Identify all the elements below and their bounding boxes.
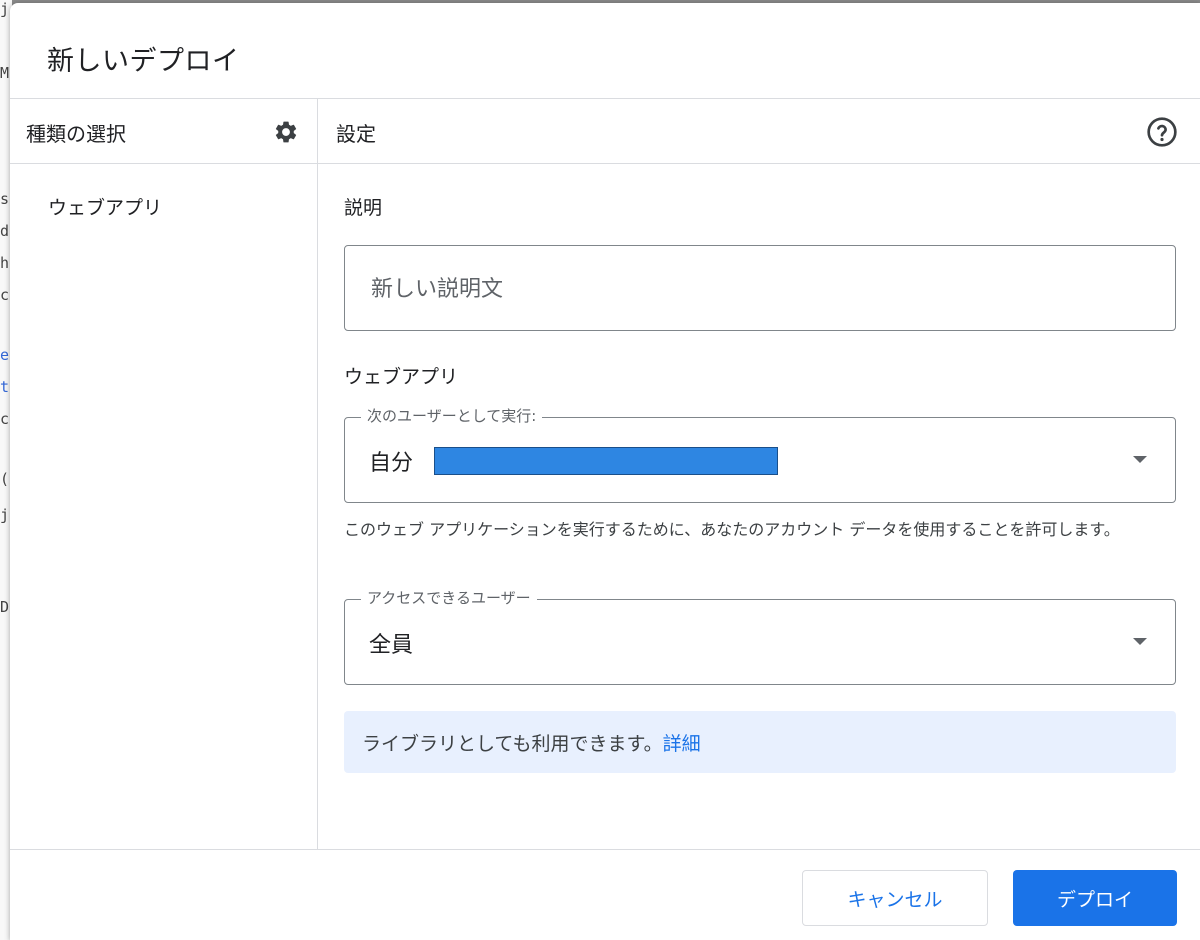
sidebar-header: 種類の選択 bbox=[10, 99, 317, 164]
chevron-down-icon bbox=[1133, 638, 1147, 645]
library-info-message: ライブラリとしても利用できます。 bbox=[362, 733, 663, 755]
description-input[interactable] bbox=[369, 270, 1133, 308]
dialog-footer: キャンセル デプロイ bbox=[10, 849, 1200, 940]
code-char: h bbox=[0, 254, 10, 272]
cancel-button[interactable]: キャンセル bbox=[802, 870, 988, 926]
help-circle-icon[interactable] bbox=[1146, 116, 1178, 148]
deploy-dialog: 新しいデプロイ 種類の選択 ウェブアプリ 設定 説明 ウェブアプリ 次のユーザー… bbox=[10, 3, 1200, 940]
code-char: c bbox=[0, 286, 10, 304]
code-char: j bbox=[0, 506, 10, 524]
execute-as-helper-text: このウェブ アプリケーションを実行するために、あなたのアカウント データを使用す… bbox=[344, 520, 1120, 539]
dialog-title-bar: 新しいデプロイ bbox=[10, 3, 1200, 99]
settings-title: 設定 bbox=[336, 122, 376, 146]
settings-header: 設定 bbox=[318, 99, 1200, 164]
code-char: ( bbox=[0, 470, 10, 488]
sidebar-title: 種類の選択 bbox=[26, 122, 126, 146]
code-char: M bbox=[0, 64, 10, 82]
execute-as-legend: 次のユーザーとして実行: bbox=[361, 405, 543, 426]
code-char: D bbox=[0, 598, 10, 616]
library-info-text: ライブラリとしても利用できます。詳細 bbox=[362, 729, 701, 756]
deploy-button[interactable]: デプロイ bbox=[1013, 870, 1177, 926]
description-field[interactable] bbox=[344, 245, 1176, 331]
redacted-email bbox=[434, 447, 778, 475]
code-char: j bbox=[0, 0, 10, 18]
code-char: s bbox=[0, 190, 10, 208]
code-char: c bbox=[0, 410, 10, 428]
access-value: 全員 bbox=[369, 633, 414, 658]
code-char: t bbox=[0, 378, 10, 396]
code-char: e bbox=[0, 346, 10, 364]
execute-as-value: 自分 bbox=[369, 451, 414, 476]
access-legend: アクセスできるユーザー bbox=[361, 587, 537, 608]
type-sidebar: 種類の選択 ウェブアプリ bbox=[10, 99, 318, 850]
execute-as-select[interactable]: 次のユーザーとして実行: 自分 bbox=[344, 405, 1176, 503]
description-label: 説明 bbox=[344, 197, 383, 219]
dialog-title: 新しいデプロイ bbox=[47, 46, 240, 77]
learn-more-link[interactable]: 詳細 bbox=[663, 733, 701, 755]
chevron-down-icon bbox=[1133, 456, 1147, 463]
sidebar-item-webapp[interactable]: ウェブアプリ bbox=[48, 193, 162, 220]
gear-icon[interactable] bbox=[273, 119, 299, 145]
code-char: d bbox=[0, 222, 10, 240]
library-info-box: ライブラリとしても利用できます。詳細 bbox=[344, 711, 1176, 773]
webapp-section-label: ウェブアプリ bbox=[344, 366, 459, 388]
settings-panel: 設定 説明 ウェブアプリ 次のユーザーとして実行: 自分 このウェブ アプリケー… bbox=[318, 99, 1200, 850]
access-select[interactable]: アクセスできるユーザー 全員 bbox=[344, 587, 1176, 685]
